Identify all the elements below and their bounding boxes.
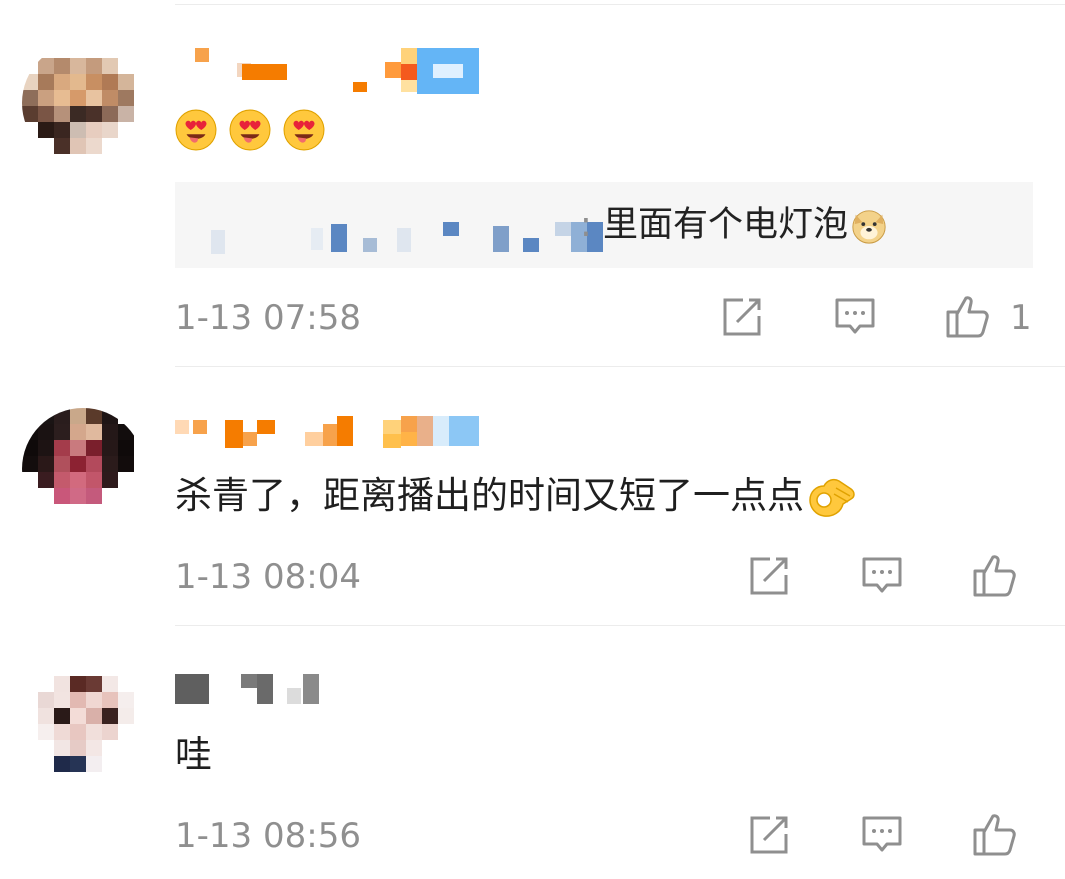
comment-text: 哇 <box>175 733 212 776</box>
heart-eyes-emoji-icon <box>229 109 271 150</box>
quoted-username-redacted <box>203 218 603 254</box>
username-redacted[interactable] <box>175 672 335 720</box>
like-button[interactable] <box>971 810 1019 858</box>
ok-hand-emoji-icon <box>809 478 855 517</box>
heart-eyes-emoji-icon <box>283 109 325 150</box>
heart-eyes-emoji-icon <box>175 109 217 150</box>
top-divider <box>175 4 1065 5</box>
like-icon <box>973 555 1016 597</box>
repost-button[interactable] <box>746 812 794 860</box>
comment-icon <box>862 816 902 852</box>
comment-button[interactable] <box>859 812 907 860</box>
username-redacted[interactable] <box>175 46 485 94</box>
comment-icon <box>835 298 875 334</box>
comment-text: 杀青了，距离播出的时间又短了一点点 <box>175 472 858 522</box>
avatar[interactable] <box>22 408 144 530</box>
comment-divider <box>175 625 1065 626</box>
comment-timestamp: 1-13 07:58 <box>175 298 361 338</box>
like-icon <box>973 814 1016 856</box>
username-redacted[interactable] <box>175 414 485 462</box>
comment-divider <box>175 366 1065 367</box>
comment-timestamp: 1-13 08:04 <box>175 557 361 597</box>
comment-timestamp: 1-13 08:56 <box>175 816 361 856</box>
repost-button[interactable] <box>719 294 767 342</box>
like-count: 1 <box>1010 298 1032 338</box>
comment-emojis <box>175 104 325 152</box>
quoted-reply[interactable]: : 里面有个电灯泡 <box>175 182 1033 268</box>
repost-icon <box>750 816 788 854</box>
comment-button[interactable] <box>859 553 907 601</box>
like-button[interactable] <box>971 551 1019 599</box>
doge-emoji-icon <box>852 210 886 244</box>
avatar[interactable] <box>22 660 144 782</box>
like-icon <box>946 296 989 338</box>
like-button[interactable] <box>944 292 992 340</box>
repost-icon <box>723 298 761 336</box>
comment-button[interactable] <box>832 294 880 342</box>
quoted-text: : 里面有个电灯泡 <box>580 200 888 250</box>
repost-button[interactable] <box>746 553 794 601</box>
avatar[interactable] <box>22 42 144 164</box>
comment-icon <box>862 557 902 593</box>
repost-icon <box>750 557 788 595</box>
